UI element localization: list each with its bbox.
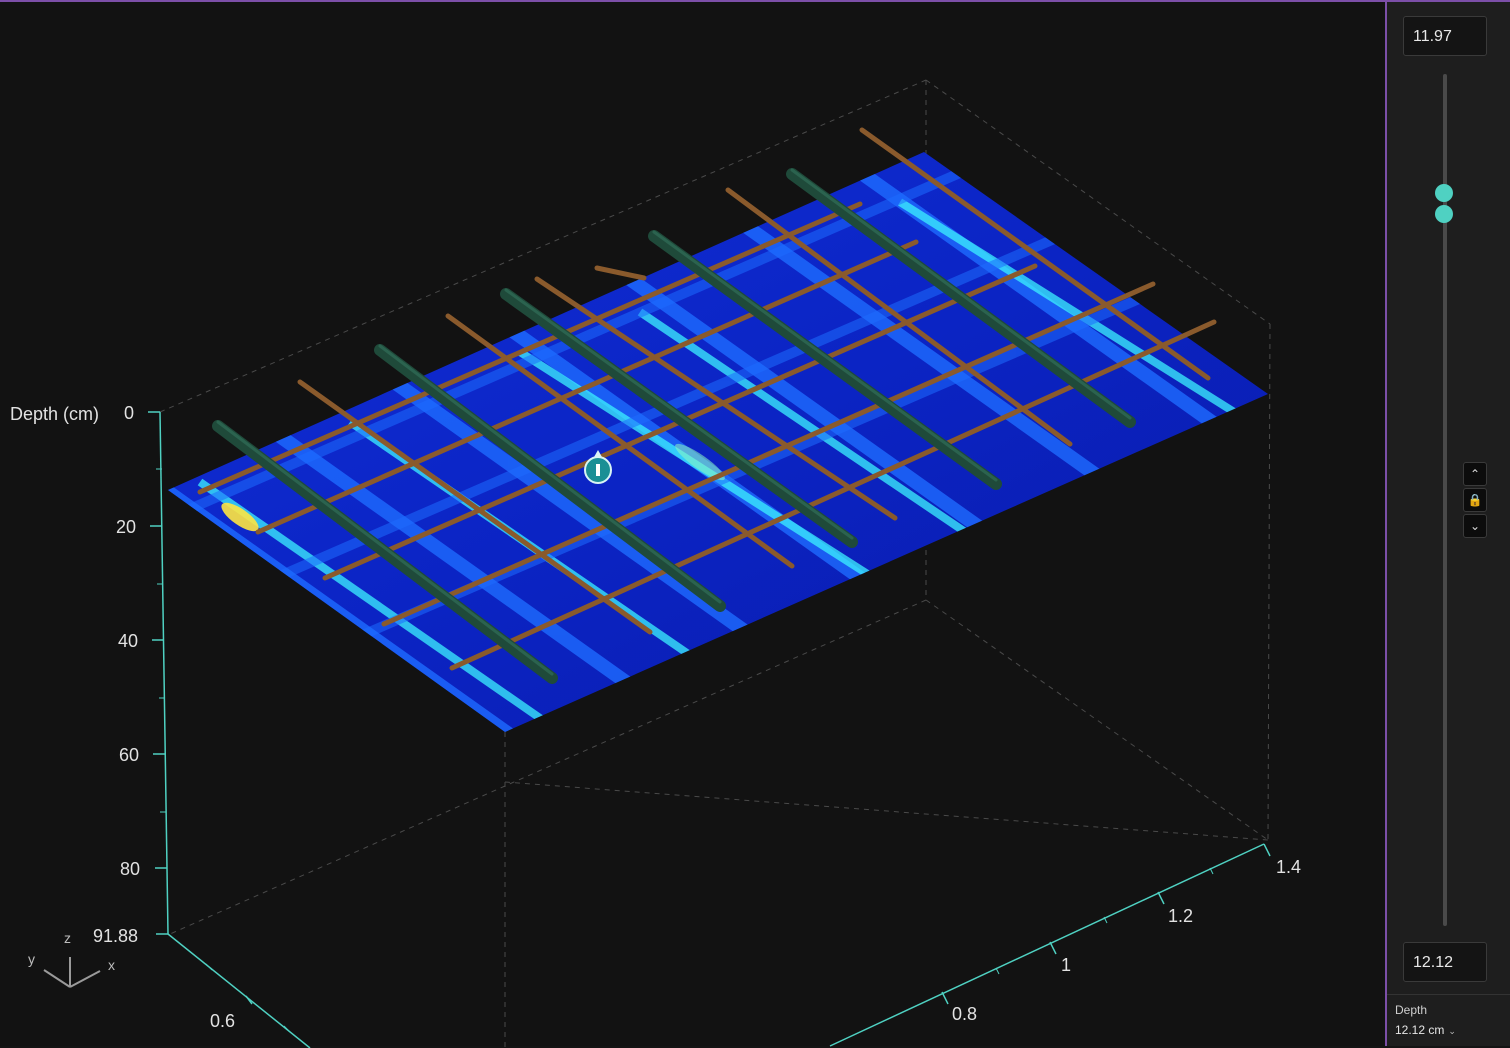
depth-tick-0: 0 <box>124 403 134 423</box>
x-tick-1-4: 1.4 <box>1276 857 1301 877</box>
depth-slider-top-handle[interactable] <box>1435 184 1453 203</box>
depth-value[interactable]: 12.12 cm ⌄ <box>1395 1023 1510 1037</box>
x-tick-0-8: 0.8 <box>952 1004 977 1024</box>
depth-tick-60: 60 <box>119 745 139 765</box>
x-axis: 0.8 1 1.2 1.4 <box>829 843 1301 1047</box>
gizmo-x-label: x <box>108 957 115 973</box>
depth-tick-80: 80 <box>120 859 140 879</box>
depth-tick-max: 91.88 <box>93 926 138 946</box>
scan-slice[interactable] <box>140 42 1340 742</box>
x-tick-1-2: 1.2 <box>1168 906 1193 926</box>
depth-label: Depth <box>1395 1003 1428 1017</box>
depth-bottom-input[interactable]: 12.12 <box>1403 942 1487 982</box>
3d-viewport[interactable]: Depth (cm) 0 20 40 60 80 91.88 0.8 1 1.2… <box>0 0 1385 1048</box>
depth-slider-panel: 11.97 ⌃ 🔒 ⌄ 12.12 Depth 12.12 cm ⌄ <box>1385 0 1510 1046</box>
y-axis: 0.6 <box>167 933 311 1048</box>
gizmo-y-label: y <box>28 951 35 967</box>
x-tick-1: 1 <box>1061 955 1071 975</box>
depth-top-input[interactable]: 11.97 <box>1403 16 1487 56</box>
depth-slider-bottom-handle[interactable] <box>1435 205 1453 224</box>
depth-axis-label: Depth (cm) <box>10 404 99 424</box>
depth-axis: Depth (cm) 0 20 40 60 80 91.88 <box>10 403 169 946</box>
y-tick-0-6: 0.6 <box>210 1011 235 1031</box>
depth-tick-40: 40 <box>118 631 138 651</box>
slider-lock-controls: ⌃ 🔒 ⌄ <box>1463 462 1487 540</box>
3d-scene[interactable]: Depth (cm) 0 20 40 60 80 91.88 0.8 1 1.2… <box>0 2 1385 1048</box>
depth-unit-selector[interactable]: Depth 12.12 cm ⌄ <box>1387 994 1510 1048</box>
gizmo-z-label: z <box>64 930 71 946</box>
chevron-down-icon[interactable]: ⌄ <box>1463 514 1487 538</box>
depth-tick-20: 20 <box>116 517 136 537</box>
lock-icon[interactable]: 🔒 <box>1463 488 1487 512</box>
chevron-down-icon: ⌄ <box>1448 1026 1456 1036</box>
chevron-up-icon[interactable]: ⌃ <box>1463 462 1487 486</box>
